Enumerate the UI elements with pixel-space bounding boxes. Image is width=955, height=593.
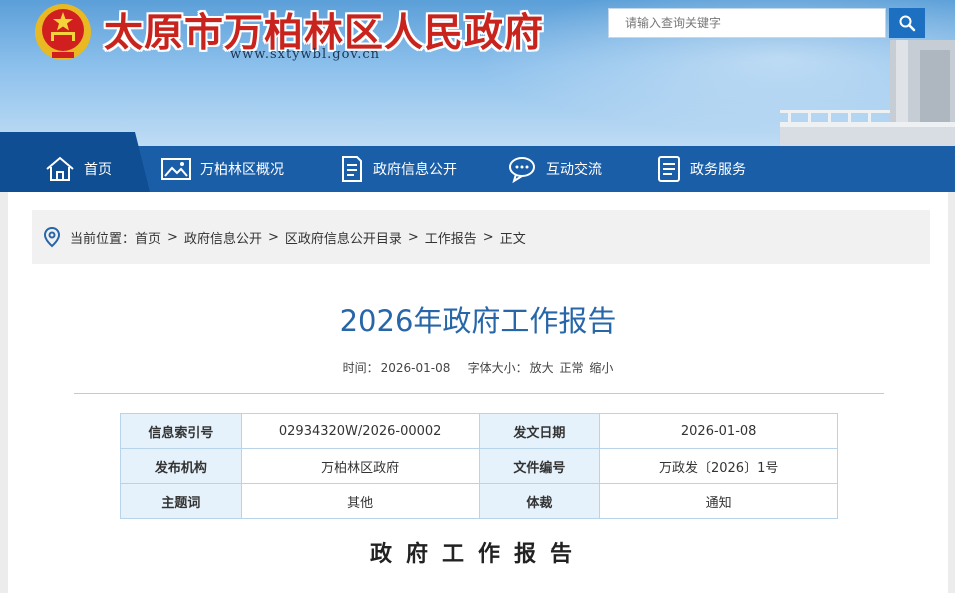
table-cell-value: 02934320W/2026-00002 [240, 413, 480, 449]
breadcrumb-item[interactable]: 政府信息公开 [184, 228, 262, 247]
nav-item-overview[interactable]: 万柏林区概况 [160, 146, 284, 192]
divider [74, 393, 884, 394]
nav-label-info-disclosure: 政府信息公开 [373, 162, 457, 178]
breadcrumb-separator: > [267, 229, 279, 245]
search-input[interactable] [608, 8, 886, 38]
publish-date: 2026-01-08 [380, 361, 451, 375]
search-icon [899, 15, 916, 32]
table-row: 主题词 其他 体裁 通知 [120, 483, 838, 519]
nav-label-services: 政务服务 [690, 162, 746, 178]
table-cell-value: 万政发〔2026〕1号 [599, 448, 838, 484]
table-cell-value: 2026-01-08 [599, 413, 838, 449]
search-bar [608, 8, 925, 38]
breadcrumb-item[interactable]: 工作报告 [425, 228, 477, 247]
date-label: 时间： [342, 361, 379, 375]
nav-item-home[interactable]: 首页 [44, 146, 112, 192]
nav-label-home: 首页 [84, 162, 112, 178]
home-icon [46, 156, 74, 181]
table-cell-label: 发文日期 [478, 413, 601, 449]
nav-label-overview: 万柏林区概况 [200, 162, 284, 178]
table-row: 发布机构 万柏林区政府 文件编号 万政发〔2026〕1号 [120, 448, 838, 484]
font-size-shrink[interactable]: 缩小 [589, 361, 613, 375]
breadcrumb-separator: > [167, 229, 178, 245]
table-cell-label: 主题词 [120, 483, 242, 519]
nav-item-services[interactable]: 政务服务 [656, 146, 746, 192]
nav-item-info-disclosure[interactable]: 政府信息公开 [339, 146, 457, 192]
header-banner: 太原市万柏林区人民政府 www.sxtywbl.gov.cn [0, 0, 955, 146]
table-cell-label: 体裁 [478, 483, 601, 519]
table-cell-label: 信息索引号 [120, 413, 242, 449]
breadcrumb-separator: > [482, 229, 494, 245]
site-url: www.sxtywbl.gov.cn [230, 47, 381, 62]
document-icon [342, 156, 362, 182]
location-pin-icon [43, 226, 61, 248]
chat-icon [509, 157, 535, 183]
table-row: 信息索引号 02934320W/2026-00002 发文日期 2026-01-… [120, 413, 838, 449]
breadcrumb-prefix: 当前位置： [70, 231, 136, 247]
body-heading: 政府工作报告 [369, 541, 586, 567]
monument-illustration [780, 40, 955, 146]
font-size-label: 字体大小： [467, 361, 528, 375]
breadcrumb-separator: > [407, 229, 419, 245]
list-icon [658, 156, 680, 182]
font-size-normal[interactable]: 正常 [560, 361, 584, 375]
nav-item-interaction[interactable]: 互动交流 [508, 146, 602, 192]
page-title: 2026年政府工作报告 [339, 304, 617, 338]
nav-label-interaction: 互动交流 [546, 162, 602, 178]
search-button[interactable] [889, 8, 925, 38]
breadcrumb: 当前位置： 首页 > 政府信息公开 > 区政府信息公开目录 > 工作报告 > 正… [32, 210, 930, 264]
breadcrumb-item[interactable]: 首页 [135, 228, 161, 247]
main-nav: 首页 万柏林区概况 政府信息公开 互动交流 政务服务 [0, 132, 955, 192]
table-cell-value: 万柏林区政府 [240, 448, 480, 484]
document-info-table: 信息索引号 02934320W/2026-00002 发文日期 2026-01-… [120, 413, 838, 519]
table-cell-label: 文件编号 [478, 448, 601, 484]
national-emblem-icon [35, 4, 91, 60]
table-cell-label: 发布机构 [120, 448, 242, 484]
image-icon [161, 158, 191, 180]
breadcrumb-item[interactable]: 区政府信息公开目录 [285, 228, 402, 247]
font-size-enlarge[interactable]: 放大 [530, 361, 554, 375]
table-cell-value: 通知 [599, 483, 838, 519]
table-cell-value: 其他 [240, 483, 480, 519]
breadcrumb-item-current: 正文 [499, 231, 526, 247]
content-card: 当前位置： 首页 > 政府信息公开 > 区政府信息公开目录 > 工作报告 > 正… [8, 192, 948, 593]
article-meta: 时间： 2026-01-08 字体大小： 放大 正常 缩小 [8, 359, 948, 376]
